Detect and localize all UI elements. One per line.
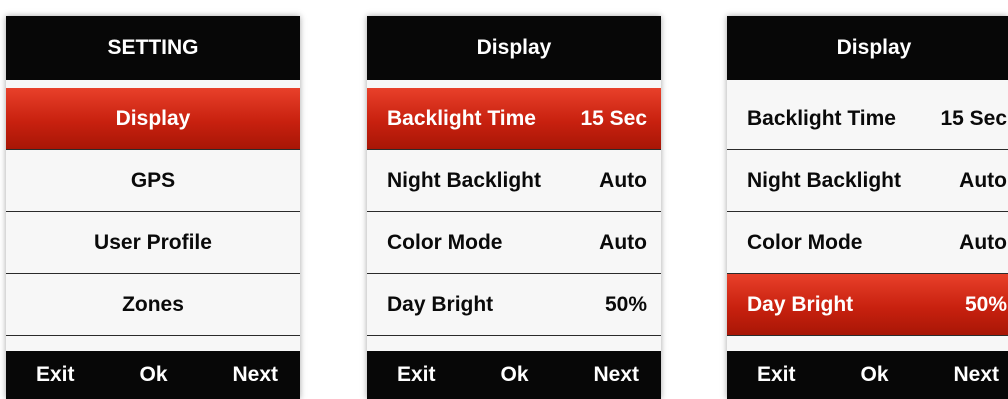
setting-label: Backlight Time (387, 106, 536, 130)
exit-button[interactable]: Exit (397, 363, 436, 387)
ok-button[interactable]: Ok (860, 363, 888, 387)
menu-item-label: Display (115, 106, 191, 130)
footer-bar: Exit Ok Next (727, 351, 1008, 399)
ok-button[interactable]: Ok (139, 363, 167, 387)
menu-item-label: Zones (122, 292, 184, 316)
ok-button[interactable]: Ok (500, 363, 528, 387)
exit-button[interactable]: Exit (757, 363, 796, 387)
setting-value: Auto (959, 230, 1007, 254)
setting-label: Day Bright (387, 292, 494, 316)
menu-list: Backlight Time 15 Sec Night Backlight Au… (367, 88, 661, 336)
menu-item-color-mode[interactable]: Color Mode Auto (727, 212, 1008, 274)
next-button[interactable]: Next (232, 363, 278, 387)
setting-label: Night Backlight (747, 168, 902, 192)
setting-label: Color Mode (747, 230, 863, 254)
setting-label: Backlight Time (747, 106, 896, 130)
next-button[interactable]: Next (593, 363, 639, 387)
menu-item-label: GPS (130, 168, 176, 192)
menu-item-day-bright[interactable]: Day Bright 50% (727, 274, 1008, 336)
setting-value: 50% (604, 292, 647, 316)
setting-value: 15 Sec (940, 106, 1007, 130)
screen-title: Display (727, 16, 1008, 80)
screen-title: SETTING (6, 16, 300, 80)
screen-title: Display (367, 16, 661, 80)
setting-value: Auto (599, 230, 647, 254)
footer-bar: Exit Ok Next (6, 351, 300, 399)
device-screen-display: Display Backlight Time 15 Sec Night Back… (367, 16, 661, 399)
menu-item-backlight-time[interactable]: Backlight Time 15 Sec (727, 88, 1008, 150)
footer-bar: Exit Ok Next (367, 351, 661, 399)
setting-label: Color Mode (387, 230, 503, 254)
menu-item-night-backlight[interactable]: Night Backlight Auto (367, 150, 661, 212)
exit-button[interactable]: Exit (36, 363, 75, 387)
menu-list: Display GPS User Profile Zones (6, 88, 300, 336)
menu-item-night-backlight[interactable]: Night Backlight Auto (727, 150, 1008, 212)
device-screen-setting: SETTING Display GPS User Profile Zones E… (6, 16, 300, 399)
menu-item-label: User Profile (94, 230, 212, 254)
setting-value: Auto (599, 168, 647, 192)
menu-item-day-bright[interactable]: Day Bright 50% (367, 274, 661, 336)
menu-list: Backlight Time 15 Sec Night Backlight Au… (727, 88, 1008, 336)
setting-label: Day Bright (747, 292, 854, 316)
setting-value: 50% (964, 292, 1007, 316)
menu-item-display[interactable]: Display (6, 88, 300, 150)
setting-label: Night Backlight (387, 168, 542, 192)
menu-item-gps[interactable]: GPS (6, 150, 300, 212)
menu-item-zones[interactable]: Zones (6, 274, 300, 336)
setting-value: Auto (959, 168, 1007, 192)
device-screen-display-day-bright: Display Backlight Time 15 Sec Night Back… (727, 16, 1008, 399)
menu-item-color-mode[interactable]: Color Mode Auto (367, 212, 661, 274)
next-button[interactable]: Next (953, 363, 999, 387)
setting-value: 15 Sec (580, 106, 647, 130)
menu-item-user-profile[interactable]: User Profile (6, 212, 300, 274)
menu-item-backlight-time[interactable]: Backlight Time 15 Sec (367, 88, 661, 150)
